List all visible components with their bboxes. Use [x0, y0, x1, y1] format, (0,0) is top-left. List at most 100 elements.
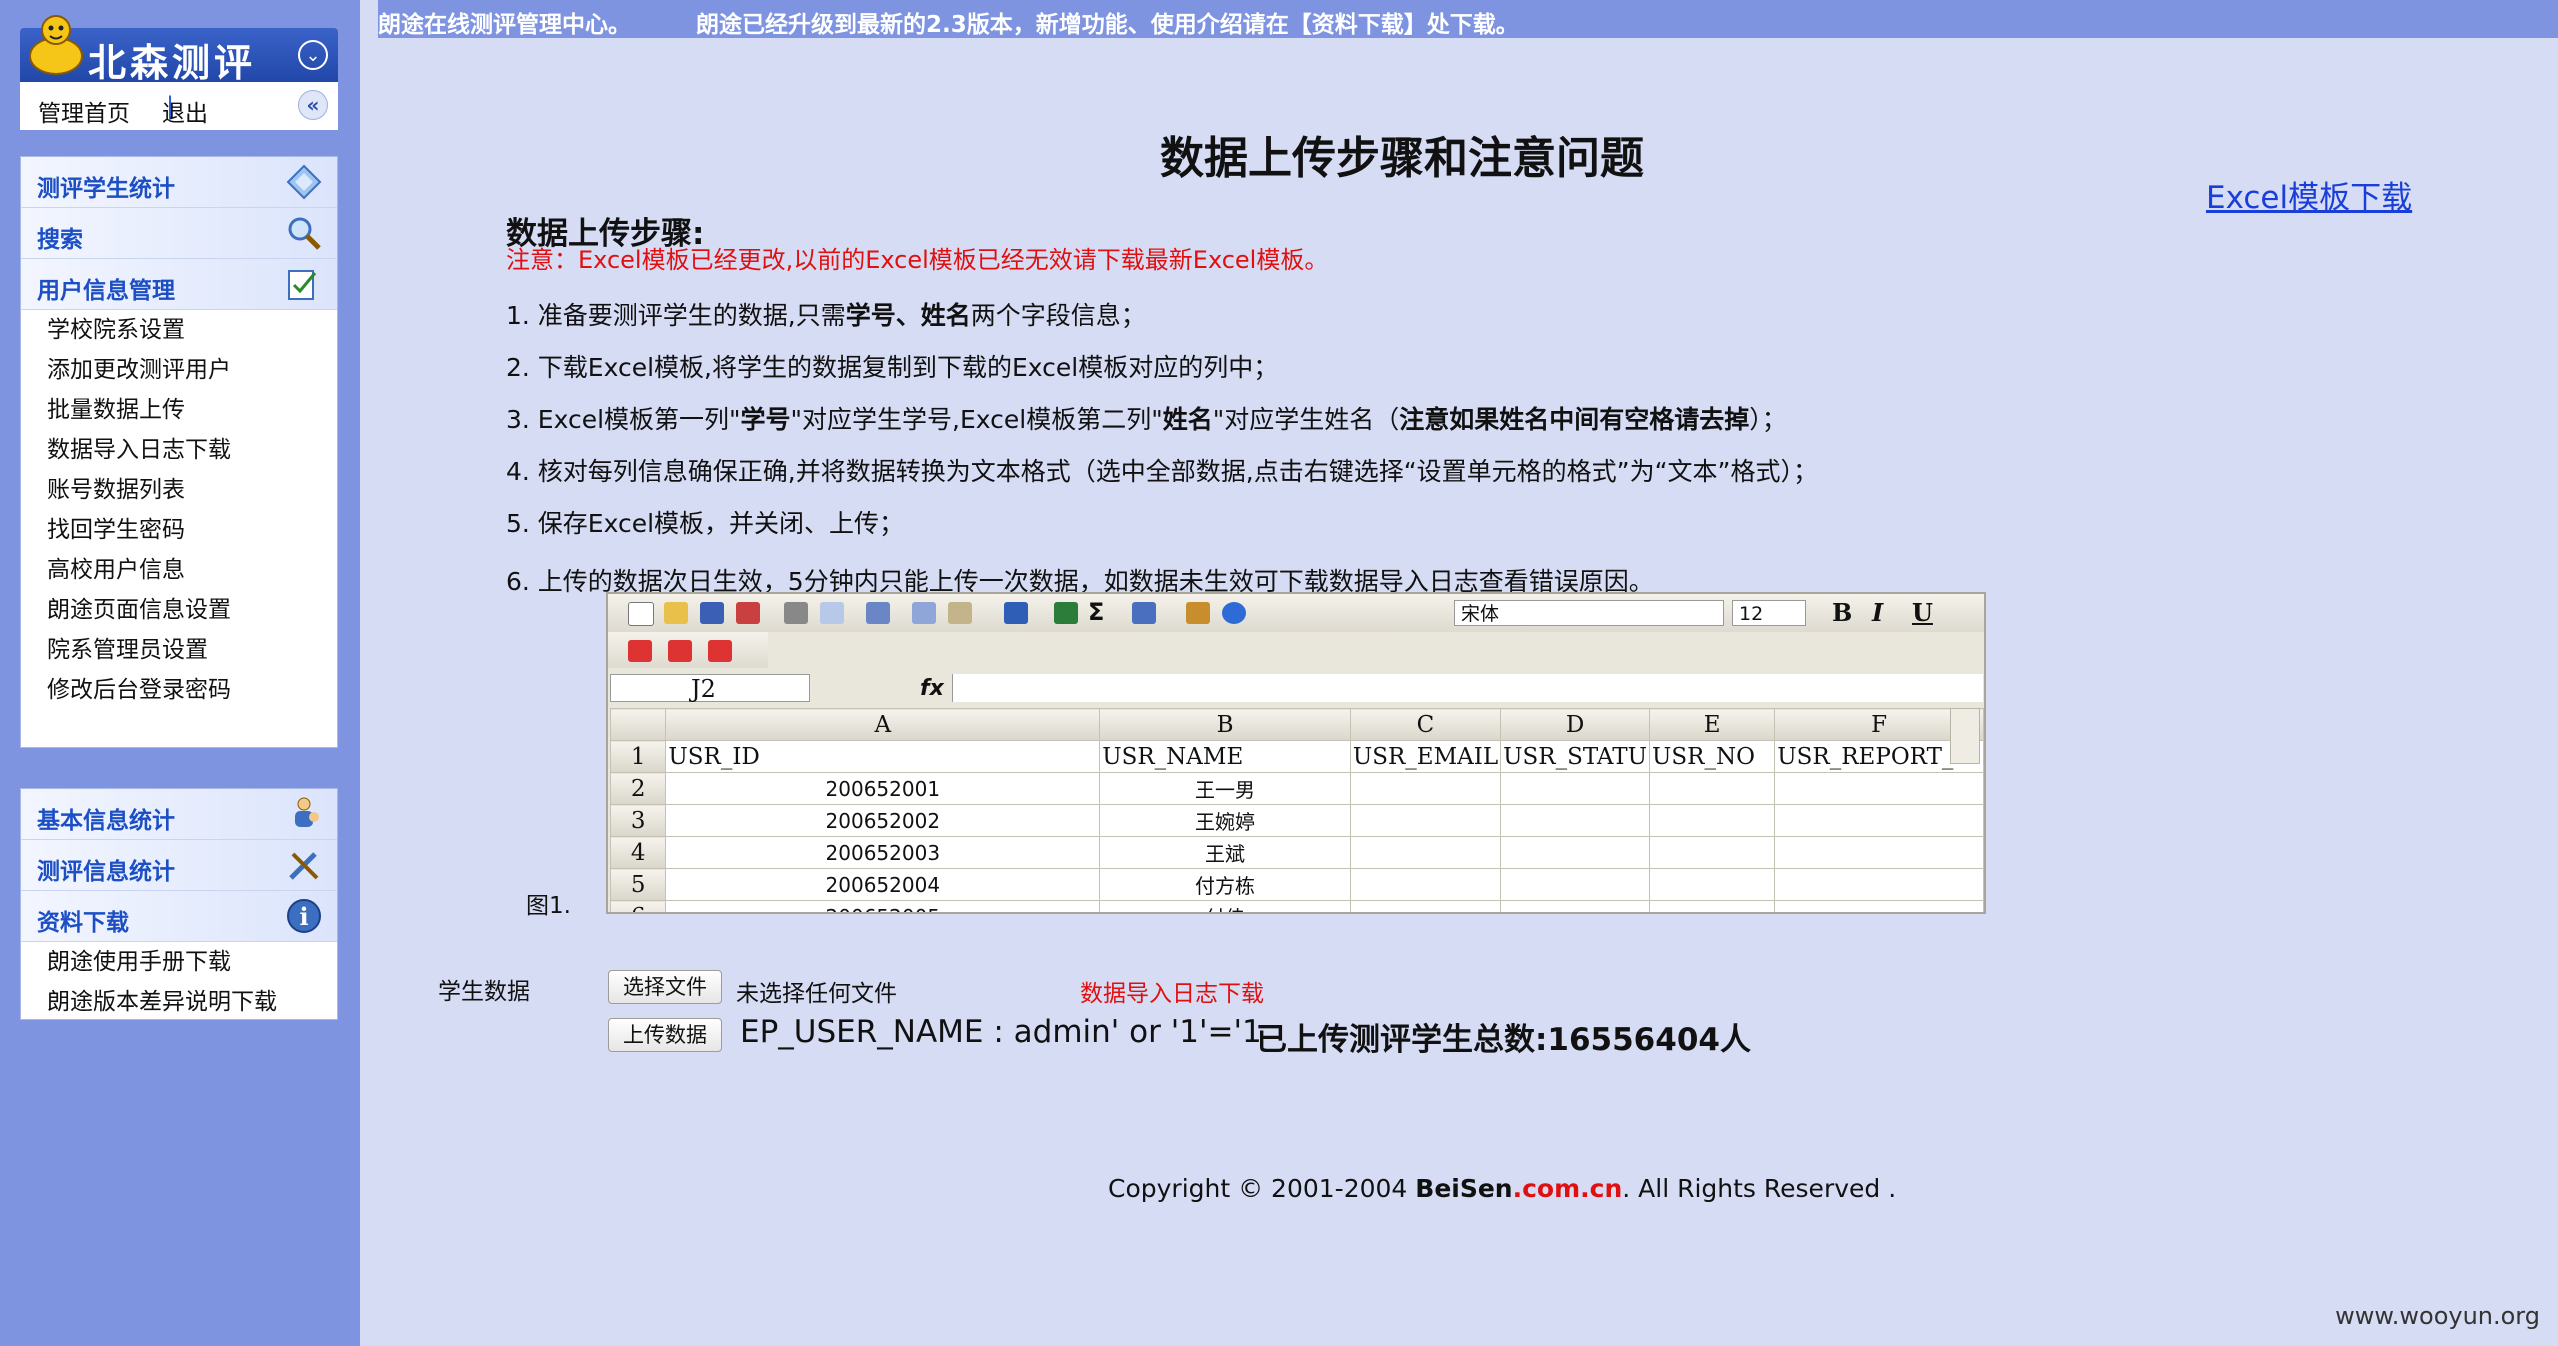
- undo-icon: [1004, 602, 1028, 624]
- user-name-readout: EP_USER_NAME : admin' or '1'='1: [740, 1014, 1262, 1050]
- sidebar-item-search[interactable]: 搜索: [21, 208, 337, 259]
- cell: USR_NO: [1648, 740, 1776, 773]
- downloads-submenu: 朗途使用手册下载 朗途版本差异说明下载: [21, 942, 337, 1022]
- banner-title: 朗途在线测评管理中心。: [378, 12, 631, 38]
- sidebar-item-downloads[interactable]: 资料下载 i: [21, 891, 337, 942]
- row-header: 6: [609, 900, 667, 912]
- copy-icon: [912, 602, 936, 624]
- formula-bar: [952, 674, 1983, 702]
- diamond-icon: [286, 164, 322, 200]
- info-icon: i: [287, 899, 321, 933]
- cell: USR_NAME: [1099, 740, 1351, 773]
- excel-toolbar: Σ 宋体 12 B I U: [608, 594, 1984, 632]
- figure-label: 图1.: [526, 893, 571, 919]
- logout-link[interactable]: 退出: [162, 94, 208, 128]
- excel-template-download-link[interactable]: Excel模板下载: [2206, 172, 2412, 217]
- column-header: B: [1099, 708, 1351, 741]
- column-header: C: [1349, 708, 1502, 741]
- edit-check-icon: [288, 270, 317, 300]
- copyright: Copyright © 2001-2004 BeiSen.com.cn. All…: [1108, 1174, 1897, 1203]
- cell: USR_STATU: [1500, 740, 1650, 773]
- menu-label: 用户信息管理: [37, 278, 175, 304]
- cell: 付方栋: [1099, 868, 1351, 901]
- sidebar-panel-main: 测评学生统计 搜索 用户信息管理 学校院系设置 添加更改测评用户 批量数据上传 数据导…: [20, 156, 338, 748]
- corner-cell: [609, 708, 667, 741]
- pdf-icon: [668, 640, 692, 662]
- users-icon: [295, 797, 319, 827]
- row-header: 3: [609, 804, 667, 837]
- chart-icon: [1186, 602, 1210, 624]
- step-1: 1. 准备要测评学生的数据,只需学号、姓名两个字段信息；: [506, 301, 1146, 330]
- sum-icon: Σ: [1088, 598, 1105, 626]
- save-icon: [700, 602, 724, 624]
- sidebar-item-student-stats[interactable]: 测评学生统计: [21, 157, 337, 208]
- cell: 200652004: [665, 868, 1101, 901]
- tools-icon: [289, 852, 319, 880]
- row-header: 2: [609, 772, 667, 805]
- sidebar-subitem-2[interactable]: 批量数据上传: [21, 390, 337, 430]
- user-management-submenu: 学校院系设置 添加更改测评用户 批量数据上传 数据导入日志下载 账号数据列表 找回学生密码…: [21, 310, 337, 710]
- sort-icon: [1132, 602, 1156, 624]
- sidebar-item-assessment-stats[interactable]: 测评信息统计: [21, 840, 337, 891]
- cell: 王斌: [1099, 836, 1351, 869]
- underline-button: U: [1912, 598, 1933, 627]
- cell: USR_ID: [665, 740, 1101, 773]
- mascot-logo-icon: [29, 15, 83, 75]
- print-icon: [784, 602, 808, 624]
- font-size-select: 12: [1732, 600, 1806, 626]
- excel-example-image: Σ 宋体 12 B I U J2 fx A B C D E F 1 USR_ID…: [606, 592, 1986, 914]
- watermark: www.wooyun.org: [2335, 1302, 2540, 1330]
- pdf-icon: [708, 640, 732, 662]
- cell: 200652005: [665, 900, 1101, 912]
- import-log-download-link[interactable]: 数据导入日志下载: [1080, 974, 1264, 1008]
- menu-label: 测评信息统计: [37, 859, 175, 885]
- sidebar-subitem-4[interactable]: 账号数据列表: [21, 470, 337, 510]
- pdf-icon: [628, 640, 652, 662]
- svg-text:i: i: [299, 902, 308, 931]
- cell: 200652003: [665, 836, 1101, 869]
- sidebar-subitem-8[interactable]: 院系管理员设置: [21, 630, 337, 670]
- sidebar-subitem-6[interactable]: 高校用户信息: [21, 550, 337, 590]
- admin-home-link[interactable]: 管理首页: [38, 94, 130, 128]
- menu-label: 资料下载: [37, 910, 129, 936]
- student-data-label: 学生数据: [438, 979, 530, 1005]
- cell: 王一男: [1099, 772, 1351, 805]
- open-folder-icon: [664, 602, 688, 624]
- menu-label: 测评学生统计: [37, 176, 175, 202]
- permission-icon: [736, 602, 760, 624]
- sidebar-subitem-5[interactable]: 找回学生密码: [21, 510, 337, 550]
- step-4: 4. 核对每列信息确保正确,并将数据转换为文本格式（选中全部数据,点击右键选择“…: [506, 457, 1819, 486]
- spreadsheet-grid: A B C D E F 1 USR_ID USR_NAME USR_EMAIL …: [609, 708, 1984, 912]
- top-banner: 朗途在线测评管理中心。 朗途已经升级到最新的2.3版本，新增功能、使用介绍请在【…: [378, 0, 2558, 38]
- uploaded-total: 已上传测评学生总数:16556404人: [1256, 1022, 1751, 1058]
- cell: 王婉婷: [1099, 804, 1351, 837]
- choose-file-button[interactable]: 选择文件: [608, 970, 722, 1004]
- cell: 200652001: [665, 772, 1101, 805]
- chevron-down-icon[interactable]: ⌄: [298, 40, 328, 70]
- bold-button: B: [1832, 598, 1853, 627]
- column-header: E: [1648, 708, 1776, 741]
- magnifier-icon: [288, 217, 321, 250]
- sidebar-subitem-3[interactable]: 数据导入日志下载: [21, 430, 337, 470]
- sidebar-subitem-9[interactable]: 修改后台登录密码: [21, 670, 337, 710]
- sidebar-item-user-management[interactable]: 用户信息管理: [21, 259, 337, 310]
- banner-notice: 朗途已经升级到最新的2.3版本，新增功能、使用介绍请在【资料下载】处下载。: [696, 12, 1519, 38]
- sidebar-download-item-0[interactable]: 朗途使用手册下载: [21, 942, 337, 982]
- sidebar: 北森测评 ⌄ 管理首页 | 退出 « 测评学生统计 搜索 用户信息管理 学校院系…: [0, 0, 360, 1346]
- column-header: D: [1500, 708, 1650, 741]
- paste-icon: [948, 602, 972, 624]
- name-box: J2: [610, 674, 810, 703]
- sidebar-subitem-7[interactable]: 朗途页面信息设置: [21, 590, 337, 630]
- sidebar-subitem-1[interactable]: 添加更改测评用户: [21, 350, 337, 390]
- double-chevron-left-icon[interactable]: «: [298, 90, 328, 120]
- sidebar-subitem-0[interactable]: 学校院系设置: [21, 310, 337, 350]
- pdf-toolbar: [608, 632, 768, 668]
- sidebar-download-item-1[interactable]: 朗途版本差异说明下载: [21, 982, 337, 1022]
- sidebar-item-basic-stats[interactable]: 基本信息统计: [21, 789, 337, 840]
- step-2: 2. 下载Excel模板,将学生的数据复制到下载的Excel模板对应的列中；: [506, 353, 1279, 382]
- page-title: 数据上传步骤和注意问题: [1160, 133, 1644, 184]
- hyperlink-icon: [1054, 602, 1078, 624]
- help-icon: [1222, 602, 1246, 624]
- upload-data-button[interactable]: 上传数据: [608, 1018, 722, 1052]
- admin-bar: 管理首页 | 退出 «: [20, 82, 338, 130]
